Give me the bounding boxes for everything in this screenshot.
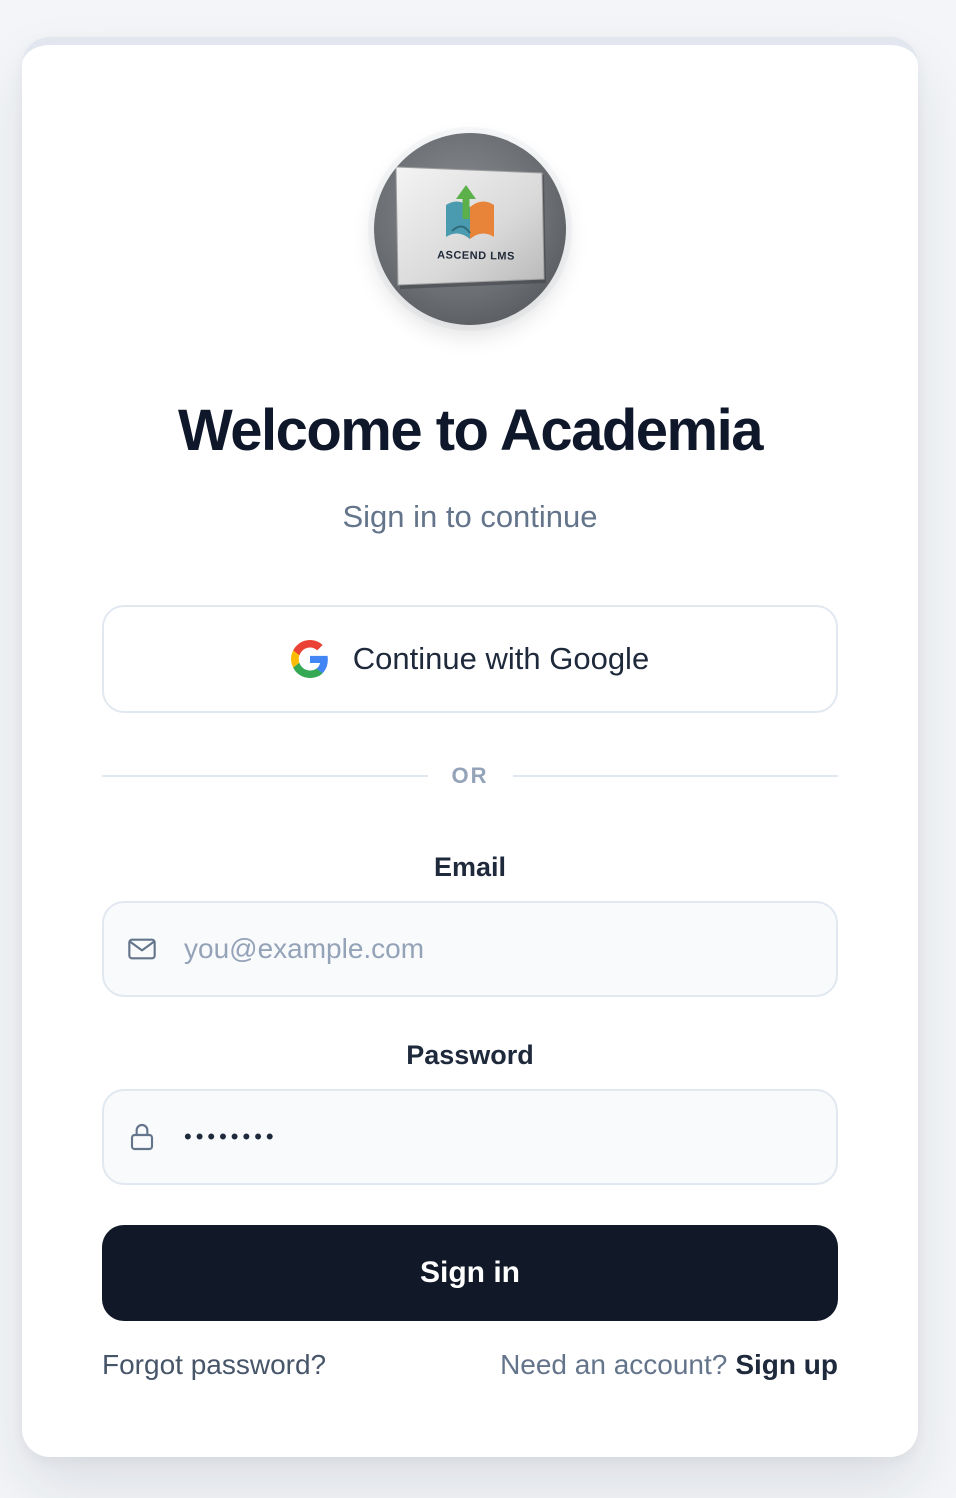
or-divider: OR	[102, 761, 838, 791]
email-input[interactable]	[184, 933, 784, 965]
forgot-password-link[interactable]: Forgot password?	[102, 1347, 326, 1383]
login-card: ASCEND LMS Welcome to Academia Sign in t…	[22, 37, 918, 1457]
signin-button[interactable]: Sign in	[102, 1225, 838, 1321]
password-label: Password	[406, 1040, 534, 1070]
logo-sign-image	[395, 166, 546, 289]
need-account-text: Need an account?	[500, 1349, 728, 1380]
logo-text: ASCEND LMS	[437, 249, 515, 263]
signin-button-label: Sign in	[420, 1256, 520, 1289]
divider-line-left	[102, 775, 428, 777]
lock-icon	[130, 1124, 154, 1151]
password-input[interactable]	[184, 1124, 784, 1150]
google-button-label: Continue with Google	[352, 641, 650, 676]
password-input-wrapper[interactable]	[102, 1089, 838, 1185]
signup-prompt: Need an account? Sign up	[500, 1347, 838, 1383]
google-icon	[290, 640, 328, 678]
divider-line-right	[512, 775, 838, 777]
page-subtitle: Sign in to continue	[342, 499, 598, 534]
form-footer: Forgot password? Need an account? Sign up	[102, 1347, 838, 1383]
page-title: Welcome to Academia	[178, 398, 763, 463]
email-label: Email	[433, 852, 507, 882]
mail-icon	[128, 938, 156, 960]
divider-label: OR	[451, 763, 489, 788]
google-signin-button[interactable]: Continue with Google	[102, 605, 838, 713]
signup-link[interactable]: Sign up	[735, 1349, 838, 1380]
email-input-wrapper[interactable]	[102, 901, 838, 997]
app-logo: ASCEND LMS	[374, 133, 566, 325]
